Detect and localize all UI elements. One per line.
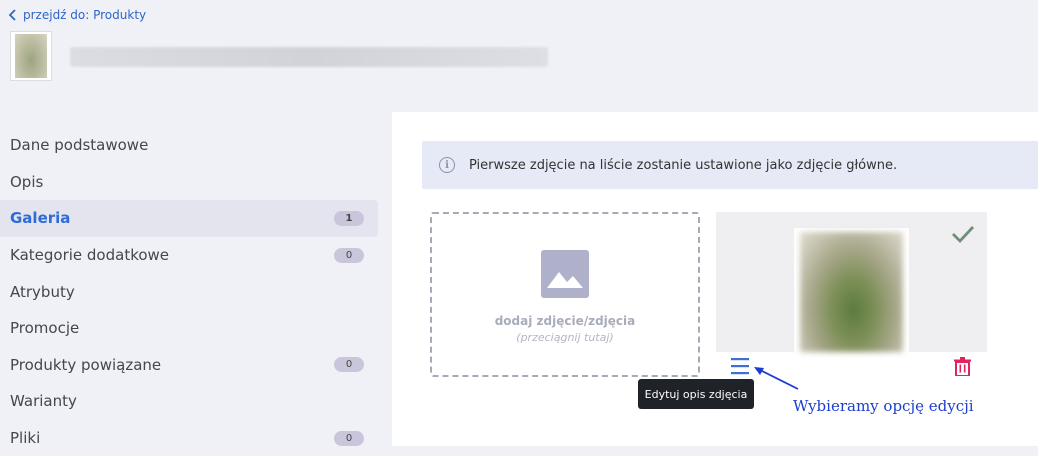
count-badge: 0 <box>334 247 364 263</box>
product-name-redacted <box>70 47 548 67</box>
sidebar-item-label: Promocje <box>10 319 80 338</box>
sidebar-item-label: Opis <box>10 172 44 191</box>
product-thumbnail <box>10 31 52 81</box>
back-to-products-link[interactable]: przejdź do: Produkty <box>8 6 146 24</box>
edit-description-tooltip: Edytuj opis zdjęcia <box>638 379 754 409</box>
sidebar-item-atrybuty[interactable]: Atrybuty <box>0 273 378 310</box>
trash-icon[interactable] <box>954 357 971 376</box>
info-text: Pierwsze zdjęcie na liście zostanie usta… <box>469 157 898 173</box>
sidebar-item-label: Pliki <box>10 429 41 448</box>
check-icon[interactable] <box>951 224 975 244</box>
sidebar-item-kategorie-dodatkowe[interactable]: Kategorie dodatkowe 0 <box>0 237 378 274</box>
sidebar-item-promocje[interactable]: Promocje <box>0 310 378 347</box>
back-link-label: przejdź do: Produkty <box>23 8 147 22</box>
gallery-panel: i Pierwsze zdjęcie na liście zostanie us… <box>392 112 1038 446</box>
menu-icon[interactable] <box>730 357 750 375</box>
sidebar-item-produkty-powiazane[interactable]: Produkty powiązane 0 <box>0 347 378 384</box>
sidebar-item-galeria[interactable]: Galeria 1 <box>0 200 378 237</box>
count-badge: 1 <box>334 210 364 226</box>
gallery-photo <box>794 228 909 352</box>
sidebar-item-warianty[interactable]: Warianty <box>0 383 378 420</box>
sidebar-item-label: Atrybuty <box>10 282 75 301</box>
sidebar-item-label: Produkty powiązane <box>10 355 162 374</box>
annotation-arrow <box>754 367 799 390</box>
dropzone-title: dodaj zdjęcie/zdjęcia <box>494 314 636 328</box>
info-message: i Pierwsze zdjęcie na liście zostanie us… <box>422 141 1038 189</box>
count-badge: 0 <box>334 430 364 446</box>
sidebar: Dane podstawowe Opis Galeria 1 Kategorie… <box>0 127 378 456</box>
gallery-photo-card[interactable] <box>716 212 987 352</box>
sidebar-item-dane-podstawowe[interactable]: Dane podstawowe <box>0 127 378 164</box>
chevron-left-icon <box>8 9 16 21</box>
sidebar-item-opis[interactable]: Opis <box>0 164 378 201</box>
image-upload-dropzone[interactable]: dodaj zdjęcie/zdjęcia (przeciągnij tutaj… <box>430 212 700 377</box>
sidebar-item-pliki[interactable]: Pliki 0 <box>0 420 378 456</box>
dropzone-hint: (przeciągnij tutaj) <box>516 331 614 344</box>
annotation-text: Wybieramy opcję edycji <box>793 397 974 415</box>
sidebar-item-label: Dane podstawowe <box>10 136 149 155</box>
sidebar-item-label: Warianty <box>10 392 77 411</box>
count-badge: 0 <box>334 357 364 373</box>
product-thumbnail-image <box>15 34 47 78</box>
image-placeholder-icon <box>541 250 589 298</box>
info-icon: i <box>439 157 455 173</box>
sidebar-item-label: Galeria <box>10 209 71 228</box>
sidebar-item-label: Kategorie dodatkowe <box>10 246 170 265</box>
